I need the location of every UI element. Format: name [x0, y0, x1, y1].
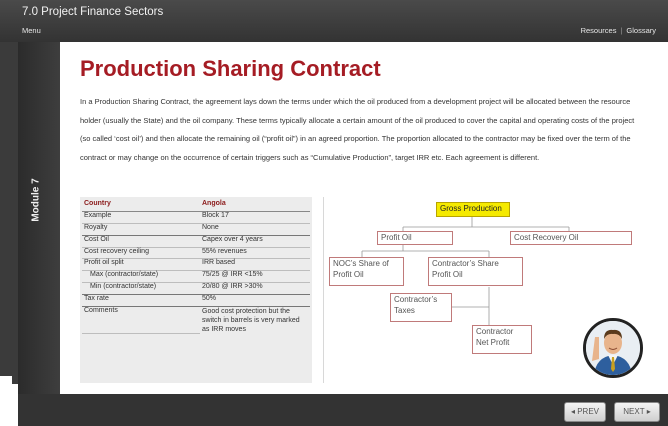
table-row: Comments Good cost protection but the swi… [82, 306, 310, 335]
course-title: 7.0 Project Finance Sectors [22, 6, 164, 18]
row-label: Min (contractor/state) [82, 282, 200, 295]
row-label: Royalty [82, 223, 200, 236]
table-row: Tax rate 50% [82, 294, 310, 307]
row-value: None [200, 223, 310, 236]
contractor-taxes-box: Contractor’s Taxes [390, 293, 452, 322]
table-row: Cost Oil Capex over 4 years [82, 235, 310, 248]
gross-production-box: Gross Production [436, 202, 510, 217]
app-frame: 7.0 Project Finance Sectors Menu Resourc… [0, 0, 668, 426]
profit-oil-box: Profit Oil [377, 231, 453, 245]
bottom-left-corner [0, 376, 12, 426]
cost-recovery-oil-box: Cost Recovery Oil [510, 231, 632, 245]
row-label: Comments [82, 306, 200, 335]
row-value: 75/25 @ IRR <15% [200, 270, 310, 284]
row-label: Example [82, 211, 200, 225]
content-panel: Production Sharing Contract In a Product… [60, 42, 668, 394]
row-label: Tax rate [82, 294, 200, 307]
row-value: Capex over 4 years [200, 235, 310, 248]
table-header-row: Country Angola [82, 200, 310, 213]
menu-link[interactable]: Menu [22, 26, 41, 35]
prev-button[interactable]: ◂ PREV [564, 402, 606, 422]
presenter-image [586, 321, 640, 375]
row-value: 50% [200, 294, 310, 307]
contractor-net-profit-box: Contractor Net Profit [472, 325, 532, 354]
psc-terms-table: Country Angola Example Block 17 Royalty No… [82, 200, 310, 335]
comparison-table-panel: Country Angola Example Block 17 Royalty No… [80, 197, 312, 383]
row-value: 55% revenues [200, 247, 310, 260]
page-title: Production Sharing Contract [80, 56, 381, 81]
resources-link[interactable]: Resources [581, 26, 617, 35]
header-country: Country [82, 200, 200, 213]
presenter-avatar [583, 318, 643, 378]
row-label: Max (contractor/state) [82, 270, 200, 284]
row-value: Good cost protection but the switch in b… [202, 307, 300, 333]
top-bar: 7.0 Project Finance Sectors Menu Resourc… [0, 0, 668, 42]
table-row: Cost recovery ceiling 55% revenues [82, 247, 310, 260]
link-separator: | [620, 26, 623, 35]
row-value: IRR based [200, 258, 310, 272]
table-row: Royalty None [82, 223, 310, 236]
intro-paragraph: In a Production Sharing Contract, the ag… [80, 97, 635, 162]
header-angola: Angola [200, 200, 310, 213]
table-row: Profit oil split IRR based [82, 258, 310, 272]
next-button[interactable]: NEXT ▸ [614, 402, 660, 422]
row-label: Cost Oil [82, 235, 200, 248]
noc-share-box: NOC’s Share of Profit Oil [329, 257, 404, 286]
module-label: Module 7 [30, 178, 42, 222]
table-row: Max (contractor/state) 75/25 @ IRR <15% [82, 270, 310, 284]
table-row: Example Block 17 [82, 211, 310, 225]
top-links: Resources | Glossary [581, 26, 656, 35]
glossary-link[interactable]: Glossary [626, 26, 656, 35]
row-label: Profit oil split [82, 258, 200, 272]
contractor-share-box: Contractor’s Share Profit Oil [428, 257, 523, 286]
row-value: Block 17 [200, 211, 310, 225]
row-value: 20/80 @ IRR >30% [200, 282, 310, 295]
row-label: Cost recovery ceiling [82, 247, 200, 260]
table-row: Min (contractor/state) 20/80 @ IRR >30% [82, 282, 310, 295]
bottom-left-corner-inner [12, 384, 18, 426]
